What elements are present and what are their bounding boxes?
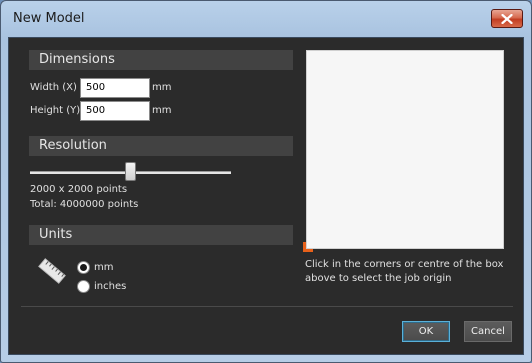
units-mm-label[interactable]: mm (94, 262, 113, 273)
resolution-total: Total: 4000000 points (30, 199, 139, 210)
height-unit: mm (152, 105, 172, 116)
job-origin-preview[interactable] (306, 50, 504, 249)
divider (21, 306, 513, 307)
close-button[interactable] (491, 9, 523, 28)
height-input[interactable]: 500 (80, 101, 150, 121)
origin-hint-line1: Click in the corners or centre of the bo… (305, 259, 504, 270)
dialog-body: Dimensions Width (X) 500 mm Height (Y) 5… (8, 37, 524, 355)
origin-hint-line2: above to select the job origin (305, 273, 452, 284)
cancel-button[interactable]: Cancel (464, 321, 512, 342)
title-bar[interactable]: New Model (1, 1, 531, 35)
ok-button[interactable]: OK (402, 321, 450, 342)
resolution-points: 2000 x 2000 points (30, 184, 128, 195)
ruler-icon (38, 258, 66, 284)
width-label: Width (X) (30, 82, 77, 93)
resolution-header: Resolution (29, 136, 293, 156)
width-input[interactable]: 500 (80, 78, 150, 98)
width-unit: mm (152, 82, 172, 93)
units-radio-mm[interactable] (77, 261, 90, 274)
height-label: Height (Y) (30, 105, 81, 116)
units-header: Units (29, 225, 293, 245)
new-model-dialog: New Model Dimensions Width (X) 500 mm He… (0, 0, 532, 363)
units-radio-inches[interactable] (77, 280, 90, 293)
origin-marker-icon[interactable] (303, 242, 313, 252)
units-inches-label[interactable]: inches (94, 281, 126, 292)
resolution-slider-thumb[interactable] (125, 162, 136, 181)
dimensions-header: Dimensions (29, 50, 293, 70)
window-title: New Model (13, 11, 85, 26)
close-icon (501, 13, 513, 24)
